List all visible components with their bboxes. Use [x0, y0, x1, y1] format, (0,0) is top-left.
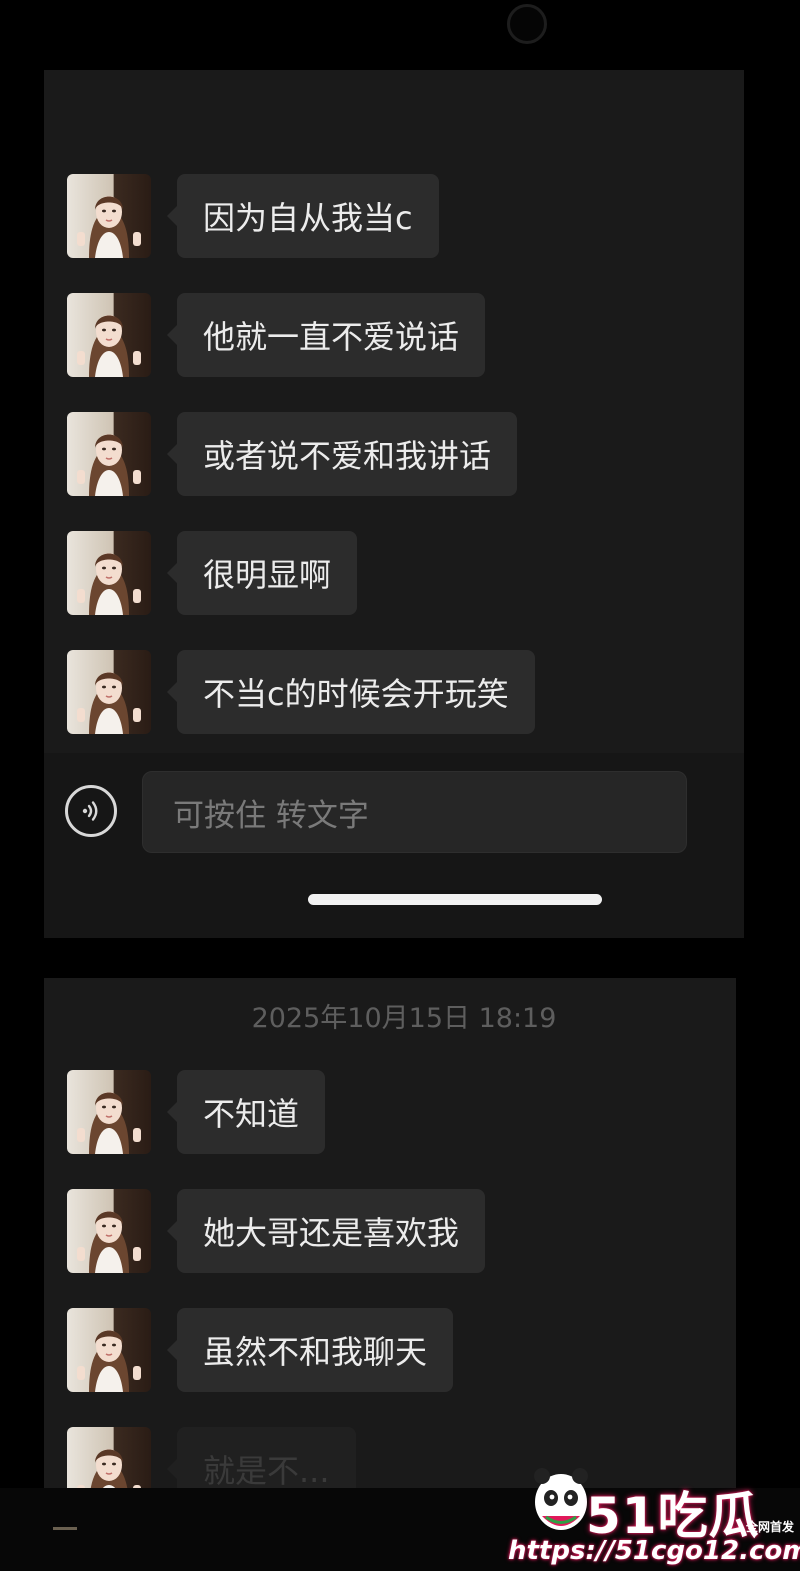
avatar[interactable]	[67, 174, 151, 258]
home-indicator[interactable]	[308, 894, 602, 905]
message-row: 或者说不爱和我讲话	[67, 412, 518, 496]
message-row: 他就一直不爱说话	[67, 293, 486, 377]
message-bubble[interactable]: 很明显啊	[166, 531, 358, 615]
avatar[interactable]	[67, 531, 151, 615]
message-row: 她大哥还是喜欢我	[67, 1189, 486, 1273]
avatar[interactable]	[67, 1189, 151, 1273]
avatar[interactable]	[67, 1070, 151, 1154]
avatar[interactable]	[67, 412, 151, 496]
avatar[interactable]	[67, 650, 151, 734]
mascot-icon	[534, 1468, 588, 1530]
message-bubble[interactable]: 或者说不爱和我讲话	[166, 412, 518, 496]
message-bubble[interactable]: 她大哥还是喜欢我	[166, 1189, 486, 1273]
voice-wave-icon[interactable]	[65, 785, 117, 837]
message-input[interactable]: 可按住 转文字	[142, 771, 687, 853]
input-bar: 可按住 转文字	[44, 753, 744, 938]
corner-mark	[53, 1527, 77, 1530]
chat-panel-bottom: 2025年10月15日 18:19 不知道 她大哥还是喜欢我 虽然不和我聊天 就…	[44, 978, 736, 1511]
chat-panel-top: 因为自从我当c 他就一直不爱说话 或者说不爱和我讲话 很明显啊 不当c的时候会开…	[44, 70, 744, 938]
message-bubble[interactable]: 因为自从我当c	[167, 174, 439, 258]
message-bubble[interactable]: 不知道	[166, 1070, 326, 1154]
message-bubble[interactable]: 他就一直不爱说话	[166, 293, 486, 377]
message-bubble[interactable]: 不当c的时候会开玩笑	[167, 650, 535, 734]
message-row: 不当c的时候会开玩笑	[67, 650, 535, 734]
message-row: 很明显啊	[67, 531, 358, 615]
front-camera	[507, 4, 547, 44]
message-bubble[interactable]: 虽然不和我聊天	[166, 1308, 454, 1392]
message-row: 虽然不和我聊天	[67, 1308, 454, 1392]
avatar[interactable]	[67, 1308, 151, 1392]
message-timestamp: 2025年10月15日 18:19	[251, 1003, 557, 1034]
watermark-url[interactable]: https://51cgo12.com	[508, 1536, 800, 1566]
avatar[interactable]	[67, 293, 151, 377]
watermark: 51吃瓜 全网首发 https://51cgo12.com	[508, 1462, 800, 1568]
message-row: 不知道	[67, 1070, 326, 1154]
input-placeholder: 可按住 转文字	[173, 797, 369, 834]
message-row: 因为自从我当c	[67, 174, 439, 258]
watermark-badge: 全网首发	[746, 1520, 795, 1534]
